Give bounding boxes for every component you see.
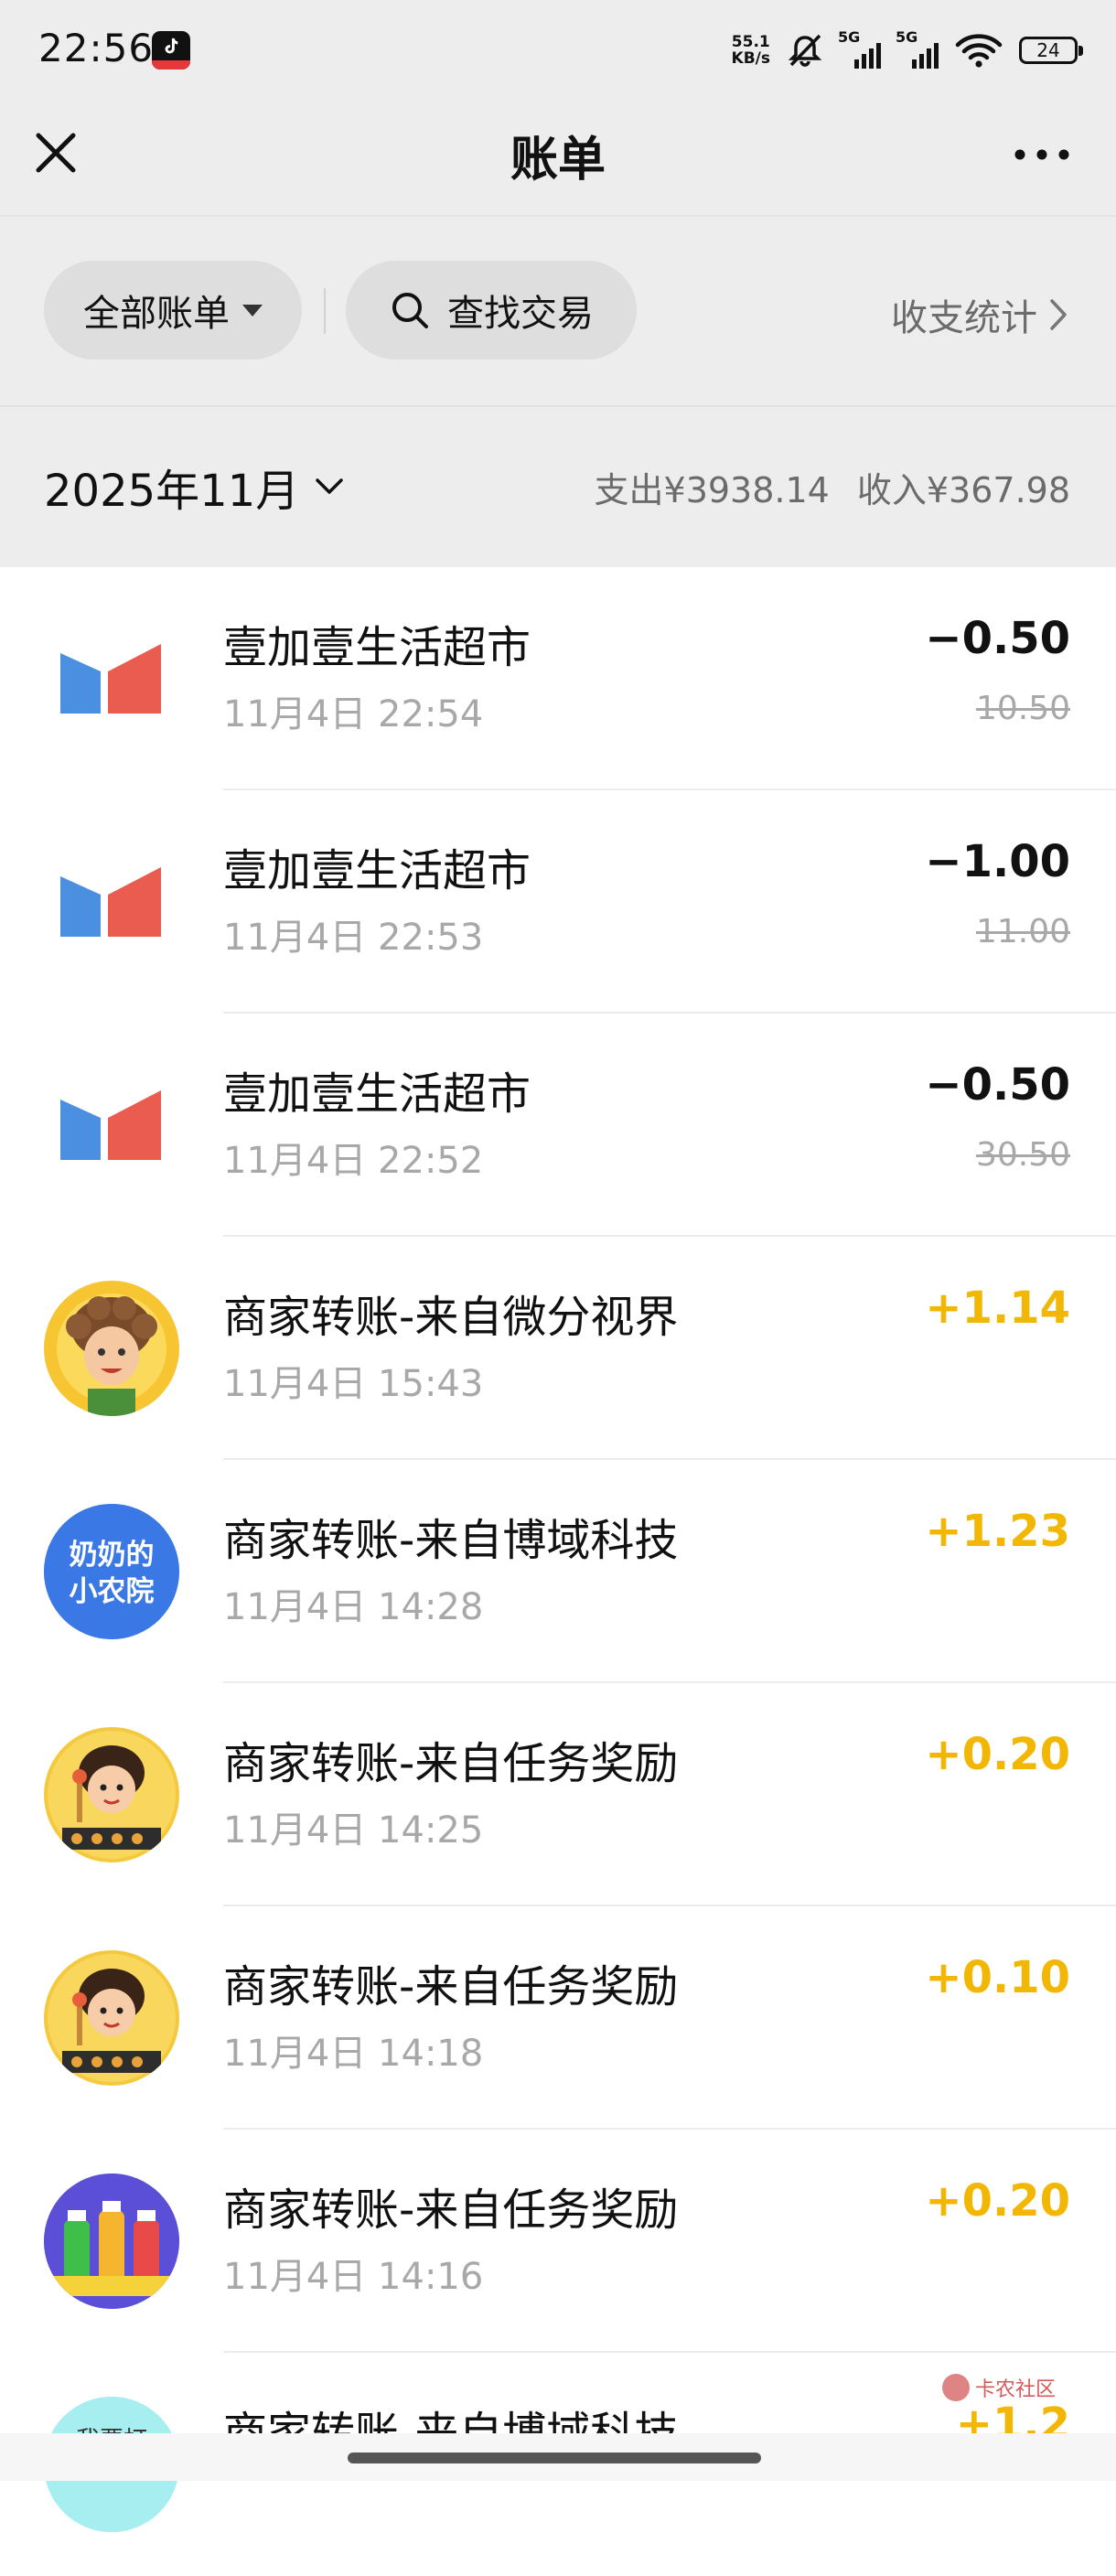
merchant-avatar: 奶奶的 小农院 bbox=[44, 1504, 179, 1639]
tiktok-notification-icon bbox=[152, 31, 190, 70]
battery-indicator: 24 bbox=[1019, 37, 1083, 64]
transaction-date: 11月4日 22:52 bbox=[223, 1140, 484, 1182]
transaction-amount: −0.50 bbox=[925, 1059, 1070, 1111]
status-indicators: 55.1 KB/s 5G 5G 24 bbox=[731, 27, 1083, 73]
network-speed: 55.1 KB/s bbox=[731, 33, 770, 68]
filter-divider bbox=[324, 288, 326, 334]
signal-5g-icon-2: 5G bbox=[896, 28, 939, 69]
transaction-date: 11月4日 14:28 bbox=[223, 1586, 484, 1628]
transaction-amount: +0.20 bbox=[925, 2175, 1070, 2227]
transaction-amount: +1.23 bbox=[925, 1506, 1070, 1557]
transaction-date: 11月4日 14:18 bbox=[223, 2033, 484, 2075]
income-expense-stats-link[interactable]: 收支统计 bbox=[891, 288, 1068, 341]
all-bills-filter-button[interactable]: 全部账单 bbox=[44, 261, 302, 360]
month-label: 2025年11月 bbox=[44, 466, 300, 517]
watermark-logo-icon bbox=[942, 2374, 970, 2401]
transaction-name: 商家转账-来自微分视界 bbox=[223, 1292, 679, 1343]
month-summary: 支出¥3938.14 收入¥367.98 bbox=[595, 462, 1070, 512]
original-amount: 11.00 bbox=[975, 913, 1070, 950]
month-expense: 支出¥3938.14 bbox=[594, 470, 830, 510]
status-bar: 22:56 55.1 KB/s 5G 5G 24 bbox=[0, 0, 1116, 101]
transaction-row[interactable]: 奶奶的 小农院 商家转账-来自博域科技 11月4日 14:28 +1.23 bbox=[0, 1460, 1116, 1683]
transaction-row[interactable]: 壹加壹生活超市 11月4日 22:54 −0.50 10.50 bbox=[0, 567, 1116, 790]
transaction-name: 壹加壹生活超市 bbox=[223, 622, 531, 673]
merchant-avatar bbox=[44, 2174, 179, 2309]
transaction-amount: +0.10 bbox=[925, 1952, 1070, 2003]
signal-5g-icon: 5G bbox=[838, 28, 881, 69]
transaction-list: 壹加壹生活超市 11月4日 22:54 −0.50 10.50 壹加壹生活超市 … bbox=[0, 567, 1116, 2576]
caret-down-icon bbox=[242, 304, 263, 317]
month-header: 2025年11月 支出¥3938.14 收入¥367.98 bbox=[0, 405, 1116, 567]
home-indicator[interactable] bbox=[348, 2453, 761, 2463]
stats-label: 收支统计 bbox=[891, 297, 1037, 339]
transaction-name: 壹加壹生活超市 bbox=[223, 1068, 531, 1120]
transaction-row[interactable]: 壹加壹生活超市 11月4日 22:53 −1.00 11.00 bbox=[0, 790, 1116, 1014]
transaction-date: 11月4日 14:16 bbox=[223, 2256, 484, 2298]
transaction-name: 壹加壹生活超市 bbox=[223, 845, 531, 896]
status-time: 22:56 bbox=[38, 26, 155, 70]
search-icon bbox=[392, 293, 428, 328]
transaction-row[interactable]: 壹加壹生活超市 11月4日 22:52 −0.50 30.50 bbox=[0, 1014, 1116, 1237]
mute-icon bbox=[788, 34, 822, 67]
merchant-avatar bbox=[44, 1950, 179, 2086]
page-title: 账单 bbox=[510, 133, 606, 188]
wifi-icon bbox=[955, 34, 1003, 68]
all-bills-label: 全部账单 bbox=[83, 293, 230, 335]
transaction-date: 11月4日 22:53 bbox=[223, 917, 484, 959]
merchant-avatar bbox=[44, 1727, 179, 1862]
nav-bar: 账单 bbox=[0, 101, 1116, 215]
transaction-amount: −1.00 bbox=[925, 836, 1070, 887]
search-label: 查找交易 bbox=[447, 293, 594, 335]
transaction-date: 11月4日 15:43 bbox=[223, 1363, 484, 1405]
original-amount: 10.50 bbox=[975, 690, 1070, 727]
transaction-date: 11月4日 14:25 bbox=[223, 1809, 484, 1852]
transaction-name: 商家转账-来自任务奖励 bbox=[223, 1961, 679, 2012]
supermarket-logo-icon bbox=[60, 1090, 161, 1160]
supermarket-logo-icon bbox=[60, 644, 161, 714]
watermark: 卡农社区 bbox=[942, 2373, 1056, 2402]
transaction-amount: −0.50 bbox=[925, 613, 1070, 664]
avatar-text-line-1: 奶奶的 bbox=[70, 1539, 155, 1572]
transaction-date: 11月4日 22:54 bbox=[223, 693, 484, 735]
transaction-amount: +0.20 bbox=[925, 1729, 1070, 1780]
avatar-text-line-2: 小农院 bbox=[70, 1575, 155, 1608]
search-transactions-button[interactable]: 查找交易 bbox=[346, 261, 637, 360]
transaction-name: 商家转账-来自任务奖励 bbox=[223, 1738, 679, 1789]
month-selector[interactable]: 2025年11月 bbox=[44, 455, 345, 519]
original-amount: 30.50 bbox=[975, 1136, 1070, 1174]
watermark-text: 卡农社区 bbox=[975, 2378, 1057, 2401]
more-options-icon[interactable] bbox=[1008, 124, 1076, 185]
transaction-name: 商家转账-来自任务奖励 bbox=[223, 2184, 679, 2236]
transaction-amount: +1.14 bbox=[925, 1283, 1070, 1334]
chevron-down-icon bbox=[316, 478, 343, 494]
transaction-row[interactable]: 商家转账-来自任务奖励 11月4日 14:18 +0.10 bbox=[0, 1906, 1116, 2130]
filter-bar: 全部账单 查找交易 收支统计 bbox=[0, 215, 1116, 405]
merchant-avatar bbox=[44, 1281, 179, 1416]
transaction-row[interactable]: 商家转账-来自任务奖励 11月4日 14:25 +0.20 bbox=[0, 1683, 1116, 1906]
month-income: 收入¥367.98 bbox=[856, 470, 1070, 510]
transaction-row[interactable]: 商家转账-来自任务奖励 11月4日 14:16 +0.20 bbox=[0, 2130, 1116, 2353]
chevron-right-icon bbox=[1050, 299, 1067, 330]
transaction-name: 商家转账-来自博域科技 bbox=[223, 1515, 679, 1566]
supermarket-logo-icon bbox=[60, 867, 161, 937]
transaction-row[interactable]: 商家转账-来自微分视界 11月4日 15:43 +1.14 bbox=[0, 1237, 1116, 1460]
